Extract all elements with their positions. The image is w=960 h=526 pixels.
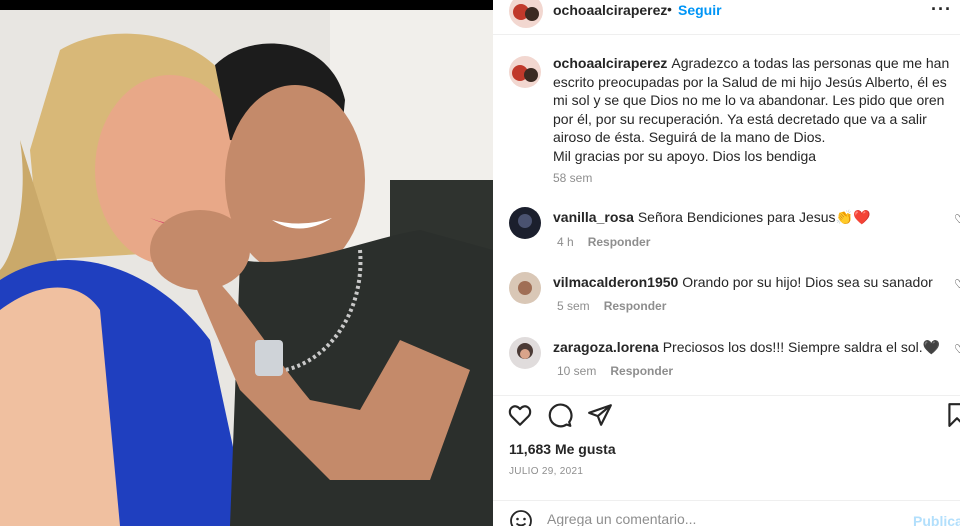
paper-plane-icon[interactable] [587,402,613,428]
publish-button[interactable]: Publicar [913,513,960,526]
comment-3: zaragoza.lorena Preciosos los dos!!! Sie… [553,339,948,356]
post-date: JULIO 29, 2021 [509,466,584,477]
comment-2: vilmacalderon1950 Orando por su hijo! Di… [553,274,948,290]
add-comment-bar: Publicar [493,500,960,526]
reply-button[interactable]: Responder [588,235,651,249]
comment-input[interactable] [547,511,877,526]
comment-avatar[interactable] [509,207,541,239]
comment-text: Señora Bendiciones para Jesus👏❤️ [637,209,871,225]
comment-text: Preciosos los dos!!! Siempre saldra el s… [662,339,941,355]
caption-avatar[interactable] [509,56,541,88]
comment-text: Orando por su hijo! Dios sea su sanador [682,274,933,290]
comment-time[interactable]: 10 sem [557,364,596,378]
comment-1: vanilla_rosa Señora Bendiciones para Jes… [553,209,948,226]
post-header: ochoaalciraperez • Seguir ··· [493,0,960,35]
post-details-panel: ochoaalciraperez • Seguir ··· ochoaalcir… [493,0,960,526]
like-count[interactable]: 11,683 Me gusta [509,441,616,457]
reply-button[interactable]: Responder [610,364,673,378]
comment-like-icon[interactable]: ♡ [954,212,960,226]
comment-time[interactable]: 5 sem [557,299,590,313]
caption-time[interactable]: 58 sem [553,171,592,185]
action-bar [493,395,960,432]
more-options-icon[interactable]: ··· [931,0,952,20]
comment-avatar[interactable] [509,337,541,369]
comment-meta: 5 sem Responder [557,299,666,313]
bookmark-icon[interactable] [944,402,960,428]
follow-button[interactable]: Seguir [678,2,722,18]
emoji-icon[interactable] [509,509,533,526]
comment-username[interactable]: vilmacalderon1950 [553,274,678,290]
caption-username[interactable]: ochoaalciraperez [553,55,667,71]
comment-like-icon[interactable]: ♡ [954,277,960,291]
comment-meta: 10 sem Responder [557,364,673,378]
comment-username[interactable]: zaragoza.lorena [553,339,659,355]
comment-like-icon[interactable]: ♡ [954,342,960,356]
caption-text: Agradezco a todas las personas que me ha… [553,55,950,164]
post-caption: ochoaalciraperez Agradezco a todas las pe… [553,54,953,165]
post-photo [0,0,493,526]
header-separator: • [667,1,672,17]
comment-bubble-icon[interactable] [547,402,573,428]
post-image [0,10,493,526]
heart-outline-icon[interactable] [507,402,533,428]
comment-avatar[interactable] [509,272,541,304]
comment-meta: 4 h Responder [557,235,650,249]
author-avatar[interactable] [509,0,543,28]
author-username[interactable]: ochoaalciraperez [553,2,667,18]
comment-username[interactable]: vanilla_rosa [553,209,634,225]
reply-button[interactable]: Responder [604,299,667,313]
comment-time[interactable]: 4 h [557,235,574,249]
